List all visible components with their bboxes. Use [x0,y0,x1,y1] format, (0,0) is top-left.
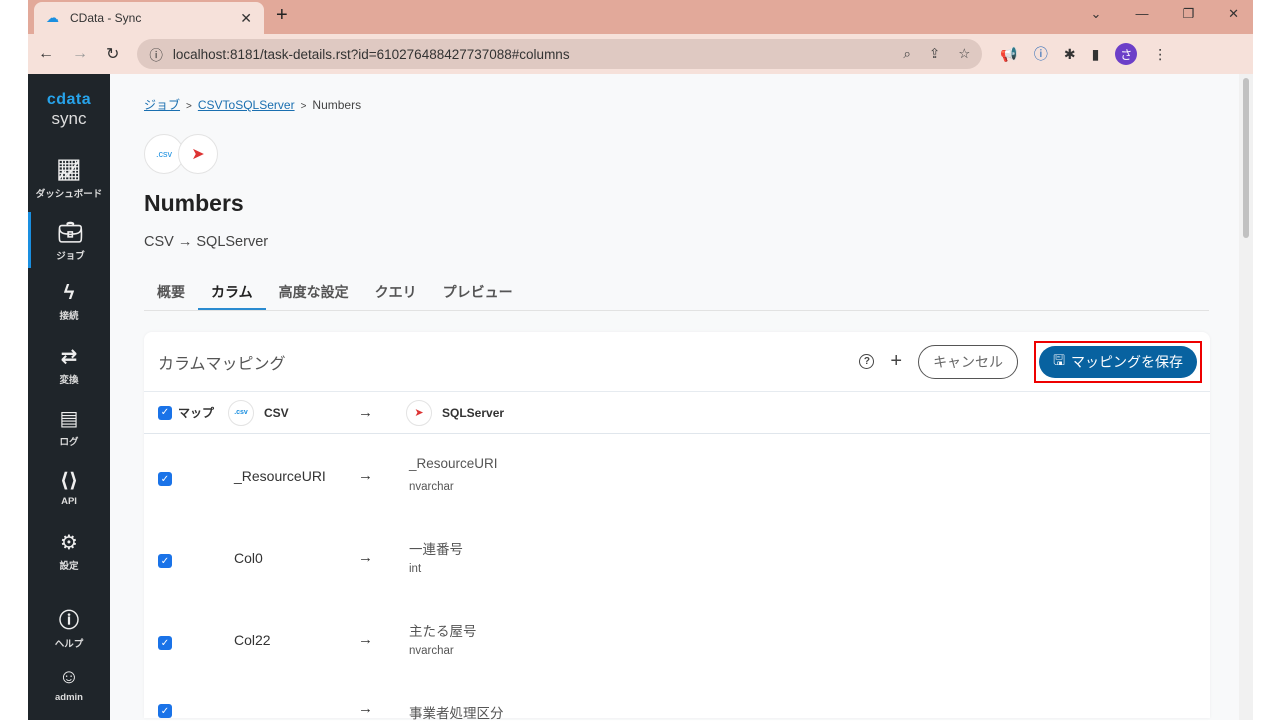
arrow-icon: → [358,700,373,717]
add-icon[interactable]: + [890,350,902,373]
user-icon: ☺ [58,666,80,688]
tab-advanced[interactable]: 高度な設定 [266,274,362,310]
source-label: CSV [264,405,289,420]
puzzle-icon[interactable]: ✱ [1064,46,1076,63]
help-icon[interactable]: ? [859,354,875,369]
row-checkbox[interactable]: ✓ [158,704,172,718]
dest-column[interactable]: 事業者処理区分 [409,702,504,722]
avatar[interactable]: さ [1115,43,1138,65]
arrow-icon: → [358,549,373,566]
tab-preview[interactable]: プレビュー [430,274,526,310]
sidebar-item-admin[interactable]: ☺ admin [28,666,110,703]
select-all-checkbox[interactable]: ✓ [158,405,172,420]
reload-icon[interactable]: ↻ [106,44,119,64]
csv-icon: .csv [228,399,254,426]
sidebar: cdata sync 📈︎ ダッシュボード 💼︎ ジョブ ϟ 接続 ⇄ 変換 ▤ ログ ⟨⟩… [28,74,110,720]
tab-overview[interactable]: 概要 [144,274,198,310]
dest-type: nvarchar [409,481,454,493]
sidebar-item-help[interactable]: ⓘ ヘルプ [28,604,110,650]
breadcrumb-jobs[interactable]: ジョブ [144,98,180,112]
logo: cdata sync [46,91,92,128]
info-icon: ⓘ [149,48,163,63]
megaphone-icon[interactable]: 📢 [1000,46,1017,63]
chevron-down-icon[interactable]: ⌄ [1091,6,1102,22]
tab-query[interactable]: クエリ [362,274,430,310]
row-checkbox[interactable]: ✓ [158,472,172,486]
help-icon: ⓘ [59,610,79,632]
menu-icon[interactable]: ⋮ [1153,46,1167,63]
card-title: カラムマッピング [158,355,286,373]
browser-tab[interactable]: ☁ CData - Sync ✕ [34,2,264,34]
arrow-icon: → [358,467,373,484]
sidebar-item-logs[interactable]: ▤ ログ [28,406,110,448]
row-checkbox[interactable]: ✓ [158,554,172,568]
column-mapping-card: カラムマッピング ? + キャンセル 🖫 マッピングを保存 ✓ マップ .csv … [144,332,1210,721]
breadcrumb: ジョブ > CSVToSQLServer > Numbers [144,98,362,112]
close-window-icon[interactable]: ✕ [1228,6,1239,22]
swap-icon: ⇄ [60,346,78,368]
source-column: Col0 [234,550,263,566]
cancel-button[interactable]: キャンセル [918,344,1019,379]
table-row: ✓ _ResourceURI → _ResourceURI nvarchar [144,434,1210,516]
sqlserver-icon: ➤ [406,399,432,426]
save-icon: 🖫 [1053,351,1065,368]
code-file-icon: ⟨⟩ [59,470,79,492]
breadcrumb-job[interactable]: CSVToSQLServer [198,98,295,112]
share-icon[interactable]: ⇪ [929,46,940,62]
main-content: ジョブ > CSVToSQLServer > Numbers .csv ➤ Numbers… [110,74,1239,721]
password-icon[interactable]: ⓘ [1034,44,1048,64]
map-label: マップ [178,406,215,420]
mapping-header: ✓ マップ .csv CSV → ➤ SQLServer [144,392,1210,434]
save-mapping-button[interactable]: 🖫 マッピングを保存 [1039,345,1197,378]
tabs: 概要 カラム 高度な設定 クエリ プレビュー [144,274,1209,311]
briefcase-icon: 💼︎ [57,222,84,244]
dest-label: SQLServer [442,405,505,420]
tab-title: CData - Sync [70,11,142,25]
sidepanel-icon[interactable]: ▮ [1092,46,1100,63]
sidebar-item-settings[interactable]: ⚙ 設定 [28,530,110,572]
minimize-icon[interactable]: — [1135,6,1148,22]
dest-column[interactable]: 主たる屋号 [409,620,477,640]
browser-window: ☁ CData - Sync ✕ + ⌄ — ❐ ✕ ← → ↻ ⓘ localhost:818… [28,0,1253,721]
source-column: _ResourceURI [234,468,326,484]
tab-bar: ☁ CData - Sync ✕ + ⌄ — ❐ ✕ [28,0,1253,34]
arrow-icon: → [358,404,373,421]
dest-type: nvarchar [409,645,454,657]
table-row: ✓ → 事業者処理区分 [144,680,1210,721]
page-title: Numbers [144,190,244,216]
star-icon[interactable]: ☆ [958,46,970,62]
table-row: ✓ Col0 → 一連番号 int [144,516,1210,598]
sidebar-item-api[interactable]: ⟨⟩ API [28,468,110,507]
url-text: localhost:8181/task-details.rst?id=61027… [172,46,570,62]
sidebar-item-jobs[interactable]: 💼︎ ジョブ [28,212,110,268]
sidebar-item-transform[interactable]: ⇄ 変換 [28,344,110,386]
breadcrumb-current: Numbers [312,98,362,112]
row-checkbox[interactable]: ✓ [158,636,172,650]
arrow-icon: → [358,631,373,648]
url-field[interactable]: ⓘ localhost:8181/task-details.rst?id=6102… [137,39,983,69]
cloud-icon: ☁ [46,10,59,25]
dest-type: int [409,563,422,575]
zoom-icon[interactable]: ⌕ [903,46,911,62]
book-icon: ▤ [59,408,79,430]
forward-icon[interactable]: → [72,45,88,63]
table-row: ✓ Col22 → 主たる屋号 nvarchar [144,598,1210,680]
page-subtitle: CSV → SQLServer [144,234,269,250]
restore-icon[interactable]: ❐ [1182,6,1194,22]
gear-icon: ⚙ [60,532,78,554]
dest-column[interactable]: _ResourceURI [409,456,498,471]
sidebar-item-connections[interactable]: ϟ 接続 [28,282,110,322]
sqlserver-icon: ➤ [178,134,218,174]
source-column: Col22 [234,632,271,648]
new-tab-button[interactable]: + [276,4,288,27]
scrollbar[interactable] [1239,74,1253,720]
tab-columns[interactable]: カラム [198,274,266,310]
address-bar: ← → ↻ ⓘ localhost:8181/task-details.rst?id=… [28,34,1253,74]
sidebar-item-dashboard[interactable]: 📈︎ ダッシュボード [28,158,110,200]
bolt-icon: ϟ [63,282,75,304]
close-tab-icon[interactable]: ✕ [240,10,252,27]
back-icon[interactable]: ← [38,45,54,63]
dest-column[interactable]: 一連番号 [409,538,463,558]
chart-line-icon: 📈︎ [56,160,82,182]
